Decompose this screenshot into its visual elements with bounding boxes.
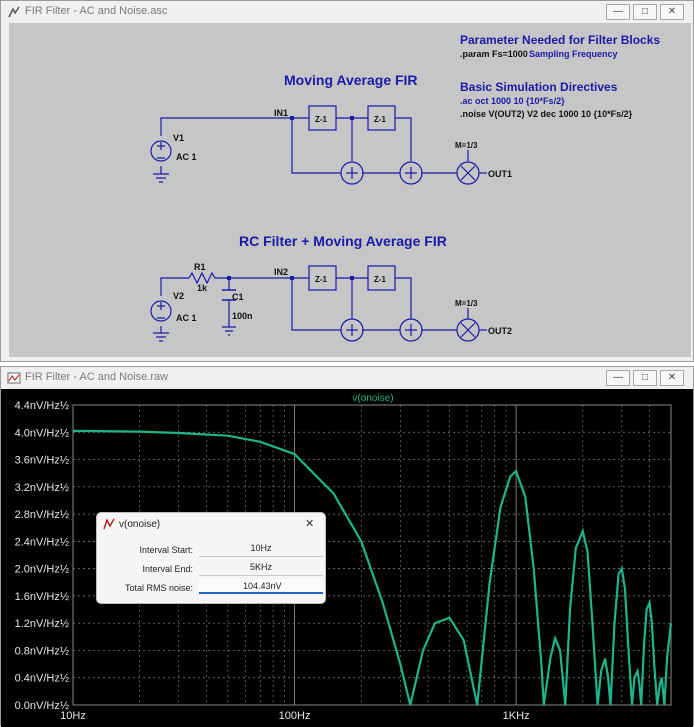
y-tick-label[interactable]: 2.8nV/Hz½: [15, 509, 69, 521]
y-tick-label[interactable]: 3.6nV/Hz½: [15, 455, 69, 467]
v2-source[interactable]: [150, 300, 172, 342]
ac-directive[interactable]: .ac oct 1000 10 {10*Fs/2}: [460, 96, 565, 106]
plot-titlebar[interactable]: FIR Filter - AC and Noise.raw — □ ✕: [1, 367, 693, 389]
c2-multiplier-param: M=1/3: [455, 299, 478, 308]
param-comment: Sampling Frequency: [529, 49, 618, 59]
y-tick-label[interactable]: 0.4nV/Hz½: [15, 673, 69, 685]
c1-adder2-icon[interactable]: [399, 161, 423, 185]
in1-label: IN1: [274, 108, 288, 118]
c2-delay2[interactable]: Z-1: [367, 265, 396, 291]
c1-multiplier-param: M=1/3: [455, 141, 478, 150]
c2-junction: [350, 276, 354, 280]
r1-value: 1k: [197, 283, 208, 293]
ltspice-logo-icon: [103, 518, 115, 530]
c1-delay2-label: Z-1: [374, 115, 387, 124]
y-tick-label[interactable]: 1.2nV/Hz½: [15, 618, 69, 630]
v2-name: V2: [173, 291, 184, 301]
circuit2-title: RC Filter + Moving Average FIR: [239, 233, 447, 249]
schematic-titlebar[interactable]: FIR Filter - AC and Noise.asc — □ ✕: [1, 1, 693, 23]
plot-title: FIR Filter - AC and Noise.raw: [25, 371, 169, 383]
dialog-title: v(onoise): [119, 519, 161, 530]
noise-directive[interactable]: .noise V(OUT2) V2 dec 1000 10 {10*Fs/2}: [460, 109, 633, 119]
total-rms-label: Total RMS noise:: [124, 583, 193, 593]
heading-sim: Basic Simulation Directives: [460, 80, 618, 94]
r1-name: R1: [194, 262, 206, 272]
c1-delay1[interactable]: Z-1: [308, 105, 337, 131]
x-tick-label[interactable]: 100Hz: [279, 710, 311, 722]
rms-noise-dialog: v(onoise) ✕ Interval Start: 10Hz Interva…: [96, 512, 326, 604]
v1-value: AC 1: [176, 152, 197, 162]
c1-name: C1: [232, 292, 244, 302]
c1-multiplier-icon[interactable]: [456, 161, 480, 185]
y-tick-label[interactable]: 4.4nV/Hz½: [15, 400, 69, 412]
y-tick-label[interactable]: 2.4nV/Hz½: [15, 536, 69, 548]
c1-junction: [350, 116, 354, 120]
schematic-restore-button[interactable]: □: [633, 4, 657, 20]
c2-delay1-label: Z-1: [315, 275, 328, 284]
c1-adder1-icon[interactable]: [340, 161, 364, 185]
v1-name: V1: [173, 133, 184, 143]
ltspice-schematic-icon: [8, 6, 20, 18]
schematic-minimize-button[interactable]: —: [606, 4, 630, 20]
c1-delay1-label: Z-1: [315, 115, 328, 124]
v2-value: AC 1: [176, 313, 197, 323]
y-tick-label[interactable]: 1.6nV/Hz½: [15, 591, 69, 603]
v1-source[interactable]: [150, 140, 172, 183]
plot-restore-button[interactable]: □: [633, 370, 657, 386]
y-tick-label[interactable]: 3.2nV/Hz½: [15, 482, 69, 494]
dialog-close-button[interactable]: ✕: [305, 517, 314, 530]
schematic-close-button[interactable]: ✕: [660, 4, 684, 20]
c1-value: 100n: [232, 311, 253, 321]
plot-close-button[interactable]: ✕: [660, 370, 684, 386]
total-rms-field[interactable]: 104.43nV: [199, 579, 323, 594]
circuit1-title: Moving Average FIR: [284, 72, 418, 88]
out1-label: OUT1: [488, 169, 512, 179]
c2-multiplier-icon[interactable]: [456, 318, 480, 342]
c2-adder2-icon[interactable]: [399, 318, 423, 342]
schematic-window: FIR Filter - AC and Noise.asc — □ ✕ Para…: [0, 0, 694, 362]
param-directive[interactable]: .param Fs=1000: [460, 49, 528, 59]
c2-delay1[interactable]: Z-1: [308, 265, 337, 291]
heading-params: Parameter Needed for Filter Blocks: [460, 33, 660, 47]
interval-start-field[interactable]: 10Hz: [199, 541, 323, 557]
c2-delay2-label: Z-1: [374, 275, 387, 284]
x-tick-label[interactable]: 10Hz: [60, 710, 86, 722]
schematic-title: FIR Filter - AC and Noise.asc: [25, 5, 168, 17]
waveform-viewer-icon: [7, 372, 21, 384]
trace-label[interactable]: v(onoise): [352, 393, 393, 404]
interval-end-label: Interval End:: [142, 564, 193, 574]
in1-junction: [290, 116, 294, 120]
plot-minimize-button[interactable]: —: [606, 370, 630, 386]
c1-cap-junction: [227, 276, 231, 280]
y-tick-label[interactable]: 4.0nV/Hz½: [15, 427, 69, 439]
r1-resistor[interactable]: [188, 271, 217, 285]
c2-adder1-icon[interactable]: [340, 318, 364, 342]
in2-junction: [290, 276, 294, 280]
c1-delay2[interactable]: Z-1: [367, 105, 396, 131]
x-tick-label[interactable]: 1KHz: [503, 710, 530, 722]
out2-label: OUT2: [488, 326, 512, 336]
y-tick-label[interactable]: 2.0nV/Hz½: [15, 564, 69, 576]
y-tick-label[interactable]: 0.8nV/Hz½: [15, 645, 69, 657]
interval-end-field[interactable]: 5KHz: [199, 560, 323, 576]
in2-label: IN2: [274, 267, 288, 277]
interval-start-label: Interval Start:: [139, 545, 193, 555]
schematic-canvas[interactable]: Parameter Needed for Filter Blocks .para…: [9, 23, 691, 357]
